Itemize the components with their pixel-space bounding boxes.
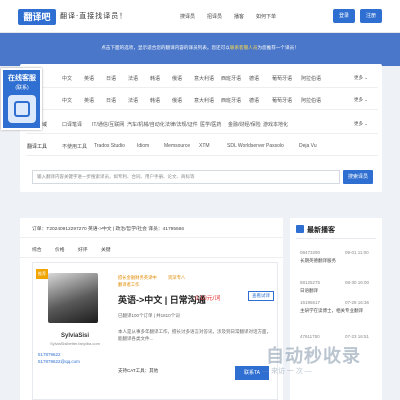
filter-option[interactable]: 法语: [128, 97, 138, 104]
site-slogan: 翻译·直接找译员！: [60, 12, 128, 20]
filter-option[interactable]: 口译笔译: [62, 121, 82, 128]
translator-name[interactable]: SylviaSisi: [32, 333, 118, 339]
latest-podcast-title: 最新播客: [307, 227, 335, 234]
filter-more-button[interactable]: 更多 ⌄: [354, 97, 368, 103]
podcast-item-title[interactable]: 日语翻译: [300, 288, 378, 294]
cat-tool: 支持CAT工具：其他: [118, 368, 159, 373]
filter-option[interactable]: 意大利语: [194, 75, 214, 82]
podcast-item-date: 07-23 16:51: [345, 334, 370, 339]
order-info: 订单：T20240912297270 英语->中文 | 政治/哲学/社会 译员：…: [32, 227, 185, 232]
sort-comprehensive[interactable]: 综合: [32, 246, 42, 253]
filter-option[interactable]: 意大利语: [194, 97, 214, 104]
filter-option[interactable]: 法语: [128, 75, 138, 82]
filter-option[interactable]: 汽车/机械/自动化: [127, 121, 165, 128]
filter-option[interactable]: Trados Studio: [94, 143, 125, 149]
filter-option[interactable]: XTM: [199, 143, 210, 149]
filter-option[interactable]: 西班牙语: [221, 75, 241, 82]
filter-option[interactable]: 西班牙语: [221, 97, 241, 104]
podcast-item-number[interactable]: 16195617: [300, 300, 320, 305]
translator-email: SylviaSisibetter.fanyiba.com: [50, 341, 100, 346]
search-translators-button[interactable]: 搜索译员: [343, 170, 373, 184]
filter-option[interactable]: 日语: [106, 75, 116, 82]
filter-option[interactable]: 英语: [84, 75, 94, 82]
filter-row-divider: [26, 155, 378, 156]
filter-more-button[interactable]: 更多 ⌄: [354, 75, 368, 81]
watermark: 自动秒收录: [266, 346, 361, 366]
filter-option[interactable]: 医学/医药: [200, 121, 221, 128]
filter-option[interactable]: 金融/财经/保险: [228, 121, 261, 128]
nav-podcast[interactable]: 播客: [234, 13, 244, 20]
tag-1: 擅长金融财务英译中: [118, 275, 157, 280]
filter-option[interactable]: 德语: [249, 97, 259, 104]
filter-option[interactable]: 俄语: [172, 75, 182, 82]
podcast-item-number[interactable]: 47611750: [300, 334, 320, 339]
filter-option[interactable]: 日语: [106, 97, 116, 104]
filter-option[interactable]: 不使用工具: [62, 143, 87, 150]
nav-how-to-order[interactable]: 如何下单: [256, 13, 276, 20]
qq-email: 517879622@qq.com: [38, 359, 80, 364]
sort-rating[interactable]: 好评: [78, 246, 88, 253]
phone-icon: [14, 101, 30, 117]
nav-search-translators[interactable]: 搜译员: [180, 13, 195, 20]
filter-option[interactable]: 英语: [84, 97, 94, 104]
filter-more-button[interactable]: 更多 ⌄: [354, 121, 368, 127]
filter-option[interactable]: 韩语: [150, 75, 160, 82]
divider: [296, 238, 376, 239]
banner-text: 点击下面的选项，显示适合您的翻译内容的译员列表。您还可以联系客服人员为您推荐一个…: [0, 45, 400, 51]
filter-row-divider: [26, 133, 378, 134]
filter-option[interactable]: Deja Vu: [299, 143, 317, 149]
translator-description: 本人是从事多年翻译工作，擅长讨多语言对答讯，涉及到日常翻译对话方面，能翻译各类文…: [118, 329, 271, 341]
podcast-item-title[interactable]: 长期英德翻译服务: [300, 258, 378, 264]
podcast-item-date: 08-30 16:00: [345, 280, 370, 285]
tag-3: 翻译者工作: [118, 282, 140, 287]
search-placeholder: 输入翻译内容关键字进一步搜索译员，如专利、合同、用户手册、论文、商标等: [37, 174, 195, 179]
podcast-item-title[interactable]: 主研学在读博士，相关专业翻译: [300, 308, 378, 314]
filter-option[interactable]: Memsource: [164, 143, 190, 149]
filter-option[interactable]: 阿拉伯语: [301, 97, 321, 104]
register-button[interactable]: 注册: [360, 9, 382, 23]
podcast-item-number[interactable]: 58125275: [300, 280, 320, 285]
filter-option[interactable]: 游戏本地化: [263, 121, 288, 128]
tag-2: 资深专八: [168, 275, 186, 280]
filter-option[interactable]: 葡萄牙语: [272, 97, 292, 104]
order-stats: 已翻译100个订单 | 共1810个词: [118, 313, 180, 318]
filter-row-label: 翻译工具: [27, 144, 48, 150]
qq-number: 517879622: [38, 352, 61, 357]
login-button[interactable]: 登录: [333, 9, 355, 23]
filter-option[interactable]: SDL Worldserver: [227, 143, 265, 149]
sort-price[interactable]: 价格: [55, 246, 65, 253]
nav-hire-translators[interactable]: 招译员: [207, 13, 222, 20]
online-service-title: 在线客服: [8, 75, 36, 82]
service-title[interactable]: 英语->中文 | 日常沟通: [118, 293, 206, 306]
podcast-item-date: 07-28 16:36: [345, 300, 370, 305]
recommend-badge: 推荐: [36, 269, 48, 279]
filter-option[interactable]: Passolo: [266, 143, 284, 149]
banner-contact-link[interactable]: 联系客服人员: [230, 45, 258, 50]
filter-option[interactable]: 阿拉伯语: [301, 75, 321, 82]
filter-row-divider: [26, 87, 378, 88]
filter-option[interactable]: 中文: [62, 97, 72, 104]
filter-option[interactable]: 俄语: [172, 97, 182, 104]
online-service-sub: (联系): [15, 85, 29, 91]
podcast-item-number[interactable]: 08473290: [300, 250, 320, 255]
podcast-item-date: 09-01 11:00: [345, 250, 369, 255]
filter-option[interactable]: 德语: [249, 75, 259, 82]
view-sample-button[interactable]: 查看试译: [248, 291, 274, 301]
filter-option[interactable]: IT/通信/互联网: [92, 121, 124, 128]
podcast-icon: [296, 225, 304, 233]
sort-keyword[interactable]: 关键: [101, 246, 111, 253]
filter-option[interactable]: 葡萄牙语: [272, 75, 292, 82]
filter-row-divider: [26, 109, 378, 110]
filter-option[interactable]: 法律/法规/证件: [165, 121, 198, 128]
service-price: 0.10元/词: [195, 296, 221, 302]
filter-option[interactable]: Idiom: [137, 143, 149, 149]
filter-option[interactable]: 韩语: [150, 97, 160, 104]
banner-text-before: 点击下面的选项，显示适合您的翻译内容的译员列表。您还可以: [101, 45, 230, 50]
watermark-sub: — 来访 一 次 —: [262, 368, 312, 375]
site-logo[interactable]: 翻译吧: [18, 9, 56, 25]
banner-text-after: 为您推荐一个译员！: [257, 45, 299, 50]
avatar[interactable]: [48, 273, 98, 323]
filter-option[interactable]: 中文: [62, 75, 72, 82]
